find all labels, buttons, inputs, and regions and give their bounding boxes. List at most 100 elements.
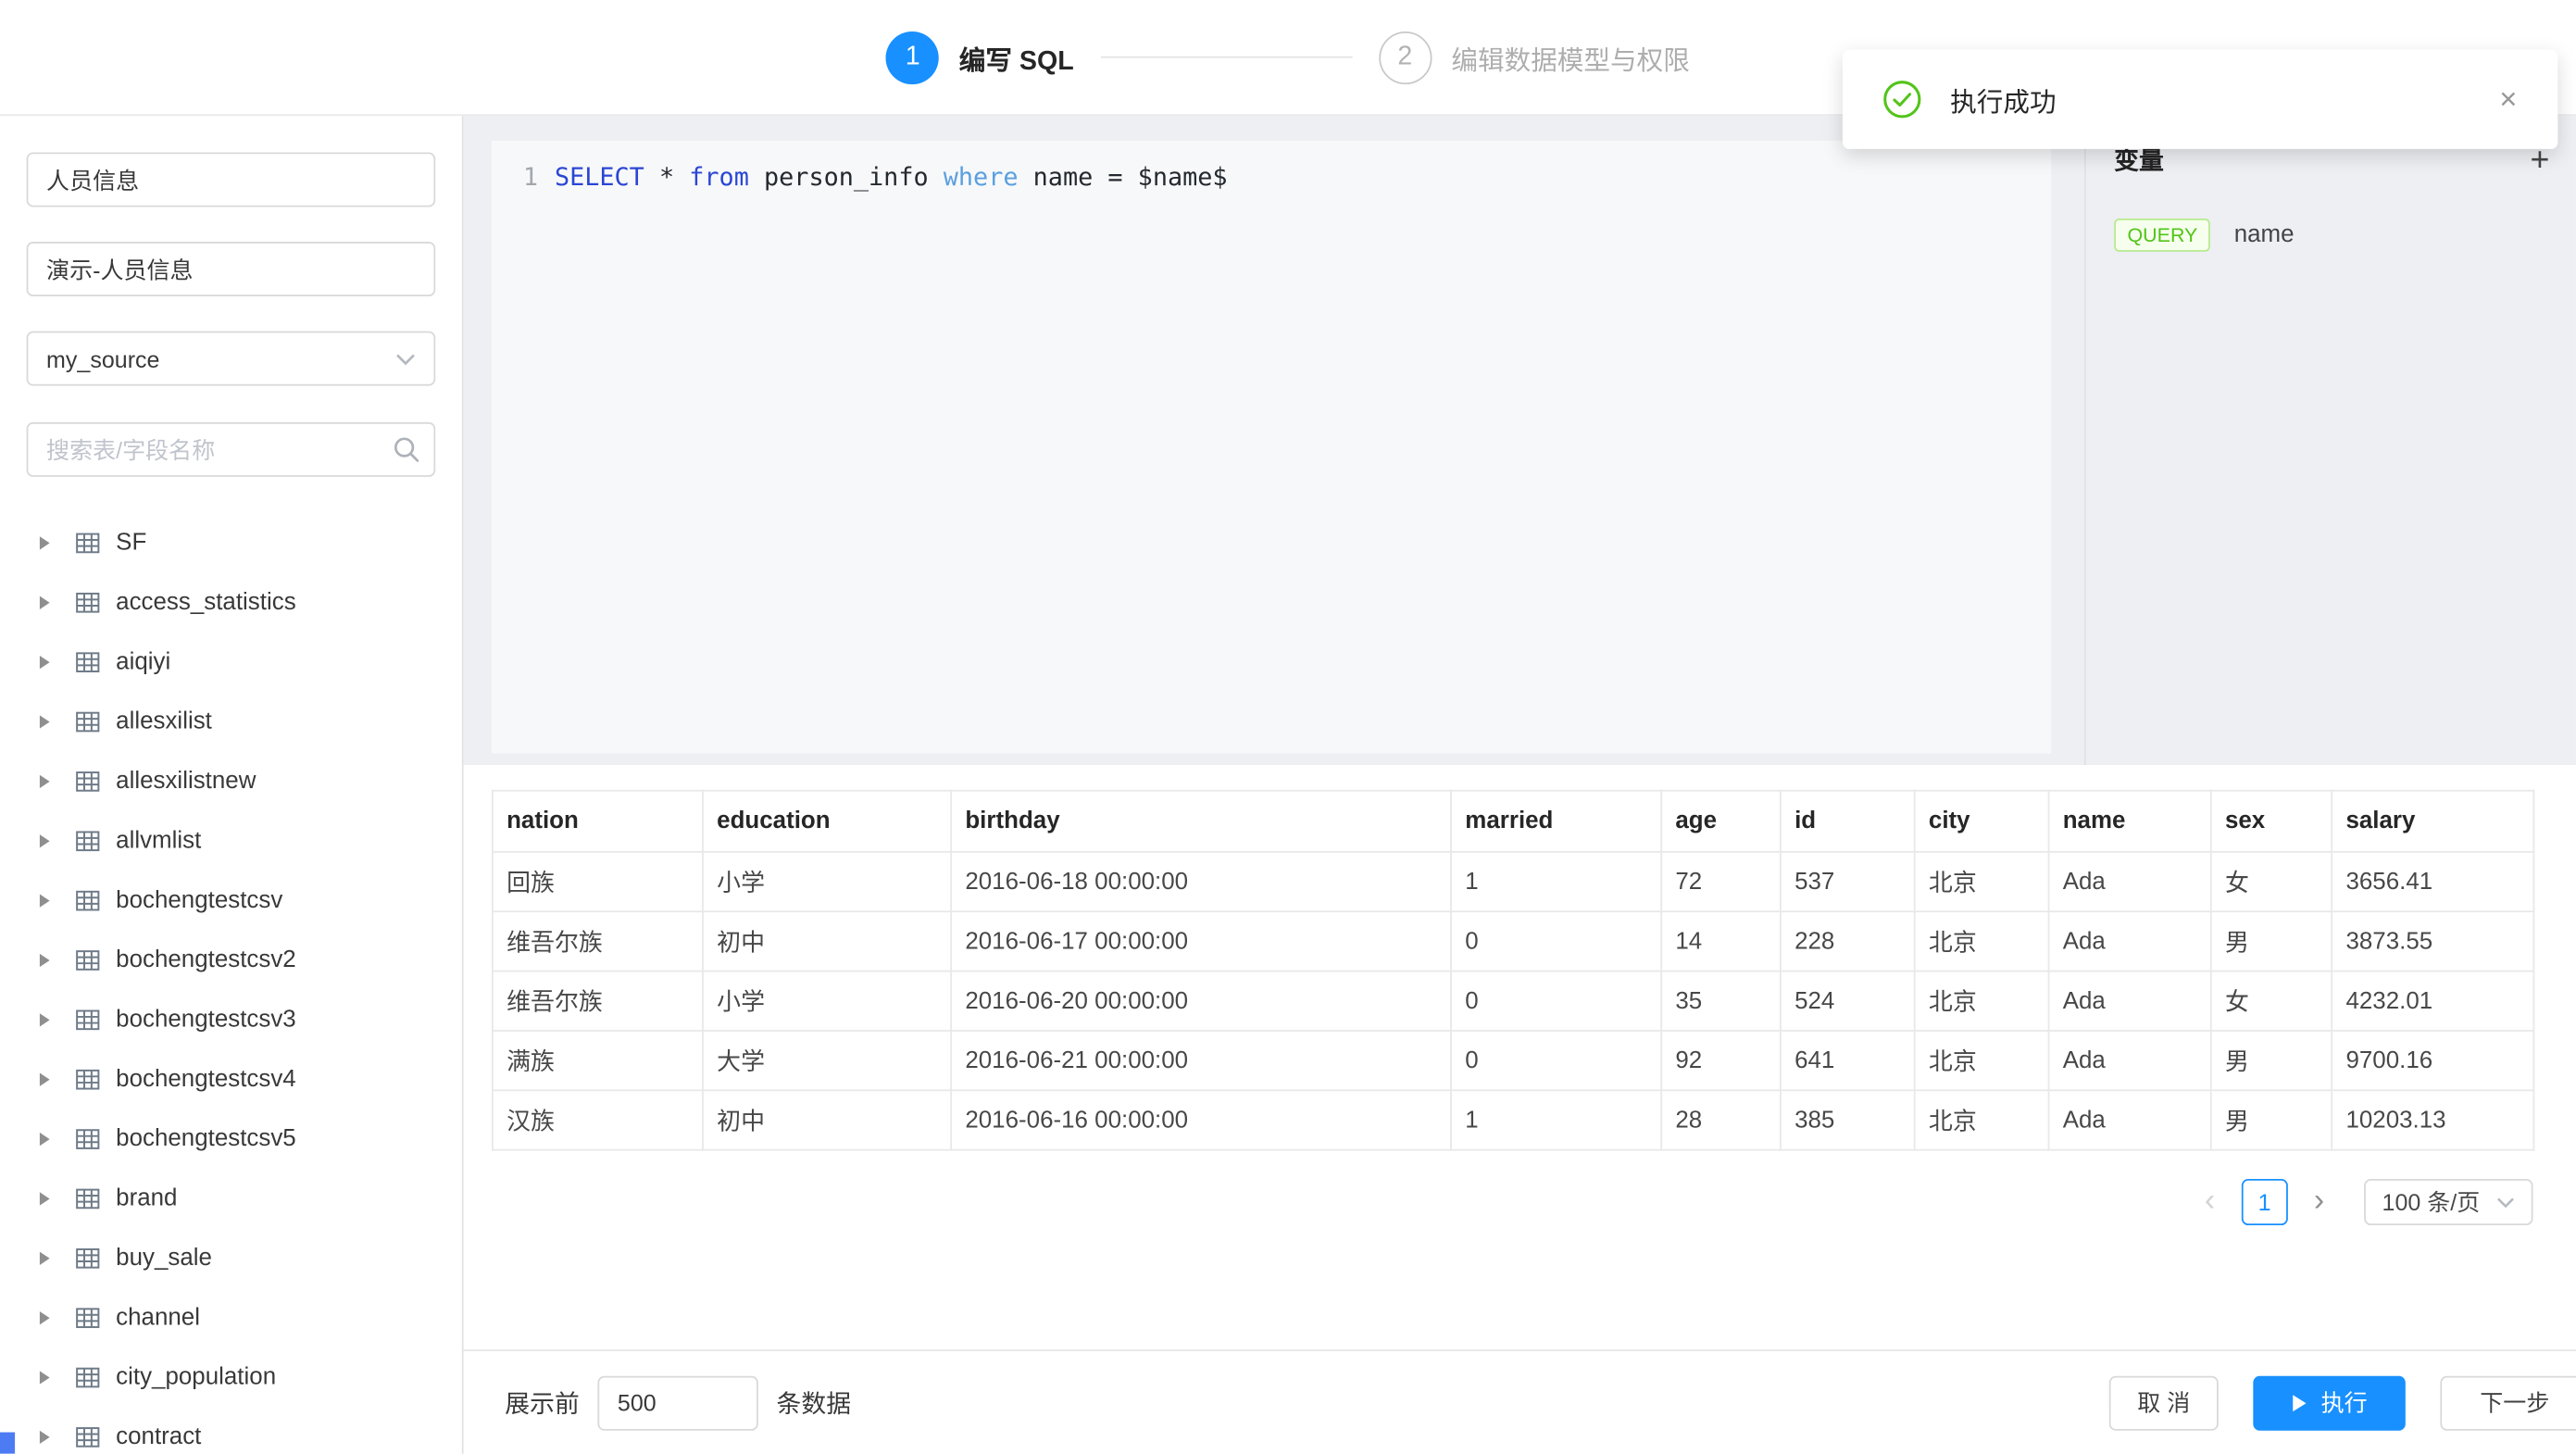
table-name: bochengtestcsv2 [116,947,296,974]
model-name-input[interactable] [27,152,436,207]
caret-right-icon[interactable] [40,715,50,728]
tree-item-bochengtestcsv4[interactable]: bochengtestcsv4 [27,1050,436,1109]
tree-item-brand[interactable]: brand [27,1169,436,1228]
table-cell: Ada [2049,971,2211,1031]
tree-item-city_population[interactable]: city_population [27,1347,436,1407]
source-select[interactable]: my_source [27,332,436,386]
step-2-circle: 2 [1379,31,1432,83]
tree-item-buy_sale[interactable]: buy_sale [27,1229,436,1288]
caret-right-icon[interactable] [40,1073,50,1086]
tree-item-allesxilistnew[interactable]: allesxilistnew [27,752,436,811]
table-cell: 回族 [493,852,703,911]
table-name: access_statistics [116,589,296,616]
table-name: allesxilistnew [116,769,256,796]
display-name-input[interactable] [27,242,436,296]
table-icon [74,1364,101,1391]
step-1-label: 编写 SQL [959,37,1074,77]
table-cell: Ada [2049,852,2211,911]
page-size-select[interactable]: 100 条/页 [2364,1179,2533,1225]
tree-item-allvmlist[interactable]: allvmlist [27,811,436,871]
column-header-id: id [1781,791,1915,852]
caret-right-icon[interactable] [40,656,50,669]
variable-item[interactable]: QUERYname [2114,219,2549,252]
table-row: 汉族初中2016-06-16 00:00:00128385北京Ada男10203… [493,1090,2533,1149]
column-header-birthday: birthday [951,791,1451,852]
table-name: buy_sale [116,1246,212,1272]
table-cell: 92 [1661,1031,1781,1090]
prev-page-icon[interactable]: ‹ [2192,1179,2228,1225]
step-1-circle: 1 [886,31,939,83]
row-limit-input[interactable] [597,1375,757,1430]
caret-right-icon[interactable] [40,1252,50,1265]
caret-right-icon[interactable] [40,894,50,907]
close-icon[interactable]: ✕ [2498,88,2518,111]
table-cell: 0 [1451,971,1661,1031]
table-icon [74,589,101,616]
sidebar: my_source SF access_statisticsaiqiyi alles… [0,116,464,1454]
table-tree: SF access_statisticsaiqiyi allesxilist alle… [27,513,436,1454]
table-cell: 2016-06-17 00:00:00 [951,911,1451,971]
tree-item-bochengtestcsv2[interactable]: bochengtestcsv2 [27,931,436,990]
next-step-button[interactable]: 下一步 [2440,1375,2576,1430]
caret-right-icon[interactable] [40,834,50,847]
tree-item-aiqiyi[interactable]: aiqiyi [27,633,436,692]
result-body: 回族小学2016-06-18 00:00:00172537北京Ada女3656.… [493,852,2533,1150]
table-cell: 2016-06-18 00:00:00 [951,852,1451,911]
step-2-label: 编辑数据模型与权限 [1451,37,1689,77]
table-icon [74,1126,101,1153]
check-circle-icon [1882,80,1922,119]
table-name: allesxilist [116,708,212,735]
column-header-age: age [1661,791,1781,852]
tree-item-SF[interactable]: SF [27,513,436,572]
tree-item-channel[interactable]: channel [27,1288,436,1347]
table-name: contract [116,1424,201,1451]
limit-suffix-label: 条数据 [777,1385,851,1421]
caret-right-icon[interactable] [40,1133,50,1146]
tree-item-allesxilist[interactable]: allesxilist [27,692,436,751]
play-icon [2291,1394,2307,1412]
caret-right-icon[interactable] [40,1431,50,1444]
search-input[interactable] [27,422,436,477]
table-cell: 9700.16 [2332,1031,2533,1090]
chevron-down-icon [395,352,415,365]
table-cell: 0 [1451,911,1661,971]
table-cell: 北京 [1915,1090,2049,1149]
table-icon [74,947,101,974]
result-header-row: nationeducationbirthdaymarriedageidcityn… [493,791,2533,852]
table-icon [74,530,101,557]
sql-editor[interactable]: 1 SELECT * from person_info where name =… [492,141,2051,754]
caret-right-icon[interactable] [40,536,50,549]
tree-item-bochengtestcsv5[interactable]: bochengtestcsv5 [27,1109,436,1169]
editor-section: 1 SELECT * from person_info where name =… [464,116,2576,765]
caret-right-icon[interactable] [40,775,50,788]
next-page-icon[interactable]: › [2301,1179,2337,1225]
table-name: SF [116,530,146,557]
caret-right-icon[interactable] [40,1371,50,1384]
column-header-city: city [1915,791,2049,852]
tree-item-bochengtestcsv[interactable]: bochengtestcsv [27,871,436,930]
tree-item-bochengtestcsv3[interactable]: bochengtestcsv3 [27,990,436,1049]
tree-item-access_statistics[interactable]: access_statistics [27,573,436,633]
cancel-button[interactable]: 取 消 [2109,1375,2219,1430]
caret-right-icon[interactable] [40,1192,50,1205]
table-cell: 385 [1781,1090,1915,1149]
results-section: nationeducationbirthdaymarriedageidcityn… [464,765,2576,1349]
caret-right-icon[interactable] [40,1311,50,1324]
variables-panel: 变量 + QUERYname [2084,116,2576,765]
table-name: bochengtestcsv4 [116,1066,296,1093]
variable-name: name [2234,222,2295,249]
variable-list: QUERYname [2114,219,2549,252]
tree-item-contract[interactable]: contract [27,1408,436,1454]
caret-right-icon[interactable] [40,1013,50,1026]
table-name: bochengtestcsv3 [116,1007,296,1034]
caret-right-icon[interactable] [40,954,50,967]
table-name: channel [116,1305,200,1332]
table-cell: 汉族 [493,1090,703,1149]
caret-right-icon[interactable] [40,596,50,609]
table-cell: 北京 [1915,1031,2049,1090]
execute-button[interactable]: 执行 [2253,1375,2405,1430]
table-icon [74,1066,101,1093]
page-number[interactable]: 1 [2242,1179,2288,1225]
table-cell: 女 [2211,852,2332,911]
table-cell: 2016-06-21 00:00:00 [951,1031,1451,1090]
